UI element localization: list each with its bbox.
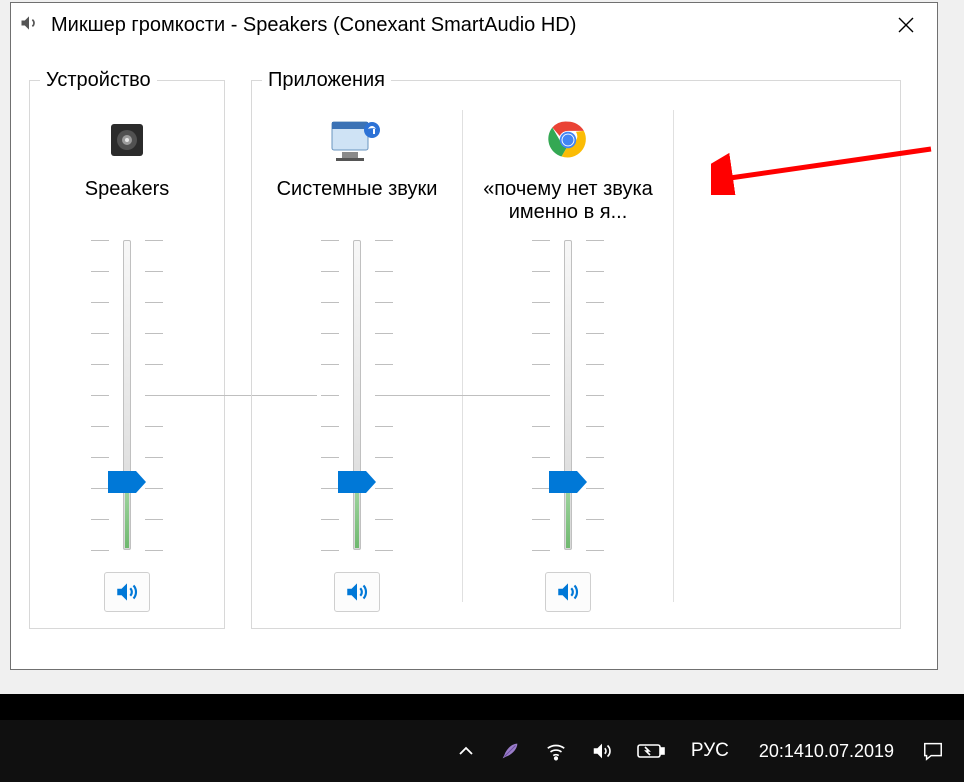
titlebar: Микшер громкости - Speakers (Conexant Sm… <box>11 3 937 47</box>
channel-empty <box>674 100 884 612</box>
tray-time: 20:14 <box>759 740 804 762</box>
window-title: Микшер громкости - Speakers (Conexant Sm… <box>43 14 883 37</box>
gap-strip <box>0 694 964 720</box>
channel-label[interactable]: «почему нет звука именно в я... <box>463 176 673 230</box>
device-group: Устройство Speakers <box>29 69 225 629</box>
tray-wifi-icon[interactable] <box>535 720 577 782</box>
tray-action-center-icon[interactable] <box>912 720 954 782</box>
channel-chrome: «почему нет звука именно в я... <box>463 100 673 612</box>
device-icon[interactable] <box>103 104 151 176</box>
mute-button-system[interactable] <box>334 572 380 612</box>
tray-date: 10.07.2019 <box>804 740 894 762</box>
channel-device: Speakers <box>30 100 224 612</box>
volume-mixer-window: Микшер громкости - Speakers (Conexant Sm… <box>10 2 938 670</box>
mute-button-device[interactable] <box>104 572 150 612</box>
system-sounds-icon[interactable] <box>328 104 386 176</box>
volume-slider-system[interactable] <box>327 240 387 550</box>
device-legend: Устройство <box>40 69 157 92</box>
tray-feather-icon[interactable] <box>489 720 531 782</box>
tray-battery-icon[interactable] <box>627 720 675 782</box>
titlebar-icon <box>19 13 39 38</box>
tray-clock[interactable]: 20:14 10.07.2019 <box>745 720 908 782</box>
channel-label[interactable]: Системные звуки <box>271 176 444 230</box>
tray-overflow-icon[interactable] <box>447 720 485 782</box>
channel-label[interactable]: Speakers <box>79 176 176 230</box>
volume-slider-chrome[interactable] <box>538 240 598 550</box>
apps-legend: Приложения <box>262 69 391 92</box>
taskbar: РУС 20:14 10.07.2019 <box>0 720 964 782</box>
applications-group: Приложения Системные <box>251 69 901 629</box>
content-area: Устройство Speakers <box>11 47 937 629</box>
tray-language[interactable]: РУС <box>679 720 741 782</box>
close-button[interactable] <box>883 5 929 45</box>
chrome-icon[interactable] <box>546 104 590 176</box>
mute-button-chrome[interactable] <box>545 572 591 612</box>
channel-system-sounds: Системные звуки <box>252 100 462 612</box>
tray-volume-icon[interactable] <box>581 720 623 782</box>
volume-slider-device[interactable] <box>97 240 157 550</box>
